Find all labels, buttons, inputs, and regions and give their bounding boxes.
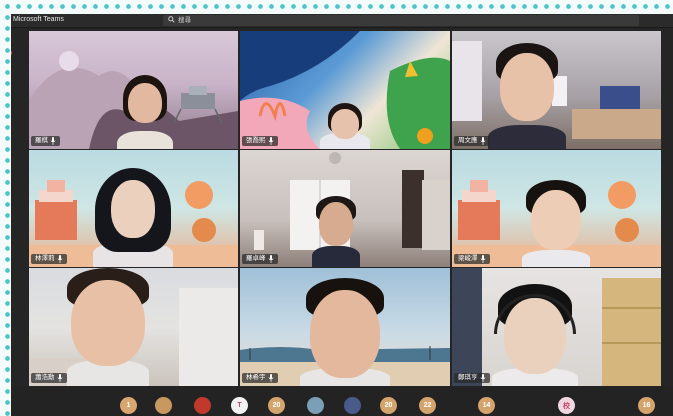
participant-name-tag: 梁峻澤 xyxy=(454,254,490,264)
participant-avatar[interactable] xyxy=(307,397,324,414)
participant-video xyxy=(63,268,153,386)
mic-icon xyxy=(57,374,62,382)
search-icon xyxy=(168,16,175,23)
participant-name-tag: 林澤莉 xyxy=(31,254,67,264)
video-tile[interactable]: 林希宇 xyxy=(240,268,450,386)
title-bar: Microsoft Teams xyxy=(11,14,673,28)
participant-video xyxy=(115,75,175,149)
app-title: Microsoft Teams xyxy=(13,16,64,23)
participant-avatar[interactable]: 16 xyxy=(638,397,655,414)
video-tile[interactable]: 周文應 xyxy=(452,31,661,149)
participant-avatar[interactable]: 22 xyxy=(419,397,436,414)
participant-name-tag: 羅棋 xyxy=(31,136,60,146)
video-tile[interactable]: 梁峻澤 xyxy=(452,150,661,267)
mic-icon xyxy=(268,374,273,382)
mic-icon xyxy=(57,255,62,263)
participant-video xyxy=(300,278,390,386)
participant-name-tag: 羅卓峰 xyxy=(242,254,278,264)
video-tile[interactable]: 蕭浩勳 xyxy=(29,268,238,386)
participant-avatar[interactable]: 20 xyxy=(380,397,397,414)
participant-name-tag: 鄭琪亨 xyxy=(454,373,490,383)
participant-avatar[interactable]: T xyxy=(231,397,248,414)
participant-name-tag: 張喬熙 xyxy=(242,136,278,146)
video-tile[interactable]: 林澤莉 xyxy=(29,150,238,267)
participant-name-tag: 周文應 xyxy=(454,136,490,146)
participant-name-tag: 林希宇 xyxy=(242,373,278,383)
video-tile[interactable]: 羅卓峰 xyxy=(240,150,450,267)
participant-video xyxy=(320,103,370,149)
participant-avatar[interactable] xyxy=(344,397,361,414)
participant-avatar[interactable]: 20 xyxy=(268,397,285,414)
participant-video xyxy=(492,284,578,386)
participant-name-tag: 蕭浩勳 xyxy=(31,373,67,383)
participant-video xyxy=(93,168,173,267)
participant-avatar[interactable] xyxy=(155,397,172,414)
participant-video xyxy=(312,196,360,267)
video-tile[interactable]: 羅棋 xyxy=(29,31,238,149)
mic-icon xyxy=(268,255,273,263)
video-tile[interactable]: 鄭琪亨 xyxy=(452,268,661,386)
video-tile[interactable]: 張喬熙 xyxy=(240,31,450,149)
participant-avatar[interactable]: 14 xyxy=(478,397,495,414)
participant-avatar[interactable] xyxy=(194,397,211,414)
participant-avatar[interactable]: 1 xyxy=(120,397,137,414)
video-grid: 羅棋 張喬熙 周文應 林澤莉 羅卓峰 梁峻澤 蕭浩勳 林希宇 鄭琪亨 xyxy=(29,31,661,386)
mic-icon xyxy=(480,255,485,263)
mic-icon xyxy=(480,374,485,382)
participant-avatar[interactable]: 校 xyxy=(558,397,575,414)
participant-video xyxy=(522,180,590,267)
mic-icon xyxy=(50,137,56,145)
participant-roster-bar: 1 T 20 20 22 14 校 16 xyxy=(11,386,673,416)
search-input[interactable] xyxy=(178,15,618,26)
recording-indicator xyxy=(11,50,12,56)
search-box[interactable] xyxy=(163,15,639,26)
mic-icon xyxy=(268,137,273,145)
teams-window: Microsoft Teams 搜尋 羅棋 張喬熙 周文應 林澤莉 羅卓峰 梁峻… xyxy=(11,14,673,416)
participant-video xyxy=(488,43,566,149)
mic-icon xyxy=(480,137,485,145)
